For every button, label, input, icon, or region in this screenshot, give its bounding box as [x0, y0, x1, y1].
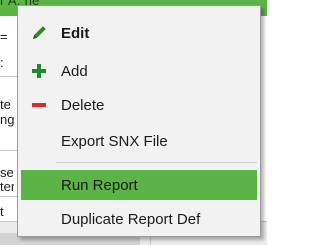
- background-text-fragment: ng: [0, 113, 14, 127]
- background-text-fragment: ter: [0, 180, 14, 194]
- menu-item-add[interactable]: Add: [21, 56, 257, 86]
- menu-item-run-report[interactable]: Run Report: [21, 170, 257, 200]
- background-divider: [0, 196, 17, 197]
- menu-item-label: Export SNX File: [61, 132, 168, 150]
- menu-item-label: Edit: [61, 24, 90, 42]
- context-menu: Edit Add Delete Export SNX File Run Repo…: [17, 5, 261, 237]
- minus-icon: [30, 96, 48, 114]
- menu-item-label: Run Report: [61, 176, 138, 194]
- menu-item-duplicate-report-def[interactable]: Duplicate Report Def: [21, 204, 257, 234]
- background-divider: [0, 150, 17, 151]
- background-divider: [0, 76, 17, 77]
- menu-separator: [56, 162, 257, 163]
- menu-item-label: Add: [61, 62, 88, 80]
- background-text-fragment: se: [0, 166, 14, 180]
- screen: r A. ne = : te ng se ter t Edit Add Dele…: [0, 0, 267, 245]
- background-text-fragment: t: [0, 205, 4, 219]
- menu-item-delete[interactable]: Delete: [21, 90, 257, 120]
- menu-item-label: Delete: [61, 96, 105, 114]
- menu-item-export-snx-file[interactable]: Export SNX File: [21, 126, 257, 156]
- pencil-icon: [30, 24, 48, 42]
- background-text-fragment: =: [0, 30, 8, 44]
- background-text-fragment: te: [0, 98, 11, 112]
- menu-item-label: Duplicate Report Def: [61, 210, 201, 228]
- background-text-fragment: :: [0, 56, 4, 70]
- menu-item-edit[interactable]: Edit: [21, 18, 257, 48]
- plus-icon: [30, 62, 48, 80]
